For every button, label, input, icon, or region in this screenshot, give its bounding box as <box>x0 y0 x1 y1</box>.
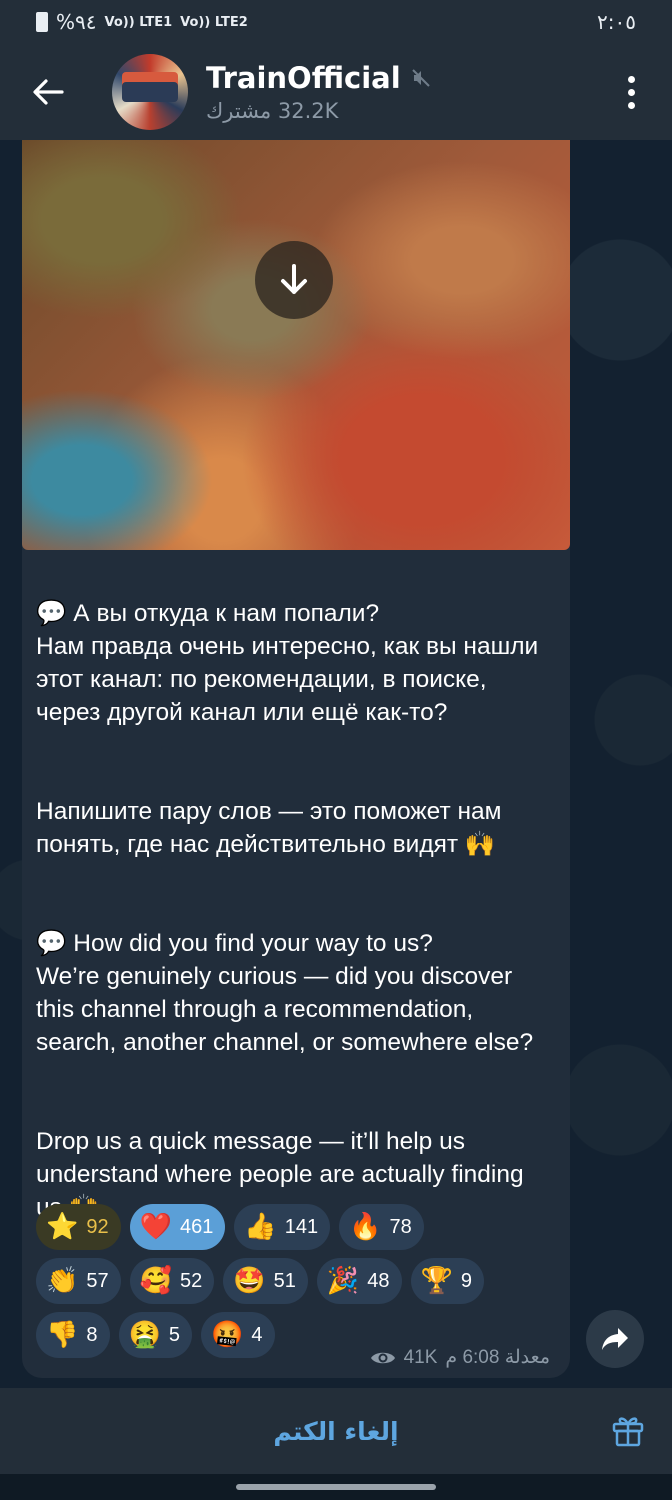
heart-icon: ❤️ <box>139 1212 172 1242</box>
home-indicator[interactable] <box>236 1484 436 1490</box>
eye-icon <box>370 1352 395 1363</box>
reaction-count: 5 <box>168 1323 180 1346</box>
reactions-area: ⭐ 92 ❤️ 461 👍 141 🔥 78 👏 57 🥰 52 🤩 51 🎉 … <box>36 1204 556 1366</box>
message-text: 💬 А вы откуда к нам попали? Нам правда о… <box>36 564 556 1290</box>
reaction-count: 461 <box>180 1215 214 1238</box>
vomiting-face-icon: 🤮 <box>128 1320 161 1350</box>
share-button[interactable] <box>586 1310 644 1368</box>
signal-icon-2: Vo)) LTE2 <box>180 14 248 30</box>
channel-name: TrainOfficial <box>206 61 401 95</box>
battery-level: %٩٤ <box>56 10 97 34</box>
thumbs-down-icon: 👎 <box>46 1320 79 1350</box>
message-paragraph-ru-2: Напишите пару слов — это поможет нам пон… <box>36 798 502 858</box>
chat-header: TrainOfficial 32.2K مشترك <box>0 44 672 140</box>
reaction-count: 8 <box>86 1323 98 1346</box>
back-button[interactable] <box>18 62 78 122</box>
reaction-count: 9 <box>460 1269 472 1292</box>
reaction-count: 51 <box>273 1269 296 1292</box>
reaction-count: 141 <box>284 1215 319 1238</box>
reaction-star[interactable]: ⭐ 92 <box>36 1204 121 1250</box>
gift-icon <box>612 1417 644 1447</box>
signal-icon-1: Vo)) LTE1 <box>104 14 173 30</box>
system-nav-bar <box>0 1474 672 1500</box>
reactions-row-1: ⭐ 92 ❤️ 461 👍 141 🔥 78 <box>36 1204 556 1250</box>
reactions-row-2: 👏 57 🥰 52 🤩 51 🎉 48 🏆 9 <box>36 1258 556 1304</box>
reaction-smiling-hearts[interactable]: 🥰 52 <box>129 1258 215 1304</box>
reaction-count: 92 <box>86 1215 109 1238</box>
reaction-vomit[interactable]: 🤮 5 <box>118 1312 192 1358</box>
unmute-button[interactable]: إلغاء الكتم <box>273 1417 398 1446</box>
star-icon: ⭐ <box>46 1212 79 1242</box>
reaction-star-struck[interactable]: 🤩 51 <box>223 1258 308 1304</box>
download-button[interactable] <box>255 241 333 319</box>
subscriber-count: 32.2K مشترك <box>206 99 339 123</box>
reaction-clap[interactable]: 👏 57 <box>36 1258 121 1304</box>
view-count: 41K <box>403 1346 438 1368</box>
cursing-face-icon: 🤬 <box>211 1320 244 1350</box>
party-popper-icon: 🎉 <box>326 1266 360 1296</box>
reaction-count: 57 <box>86 1269 109 1292</box>
reaction-count: 4 <box>251 1323 263 1346</box>
reaction-trophy[interactable]: 🏆 9 <box>410 1258 484 1304</box>
reaction-thumbs-down[interactable]: 👎 8 <box>36 1312 110 1358</box>
smiling-hearts-icon: 🥰 <box>139 1266 172 1296</box>
bottom-bar: إلغاء الكتم <box>0 1388 672 1474</box>
share-arrow-icon <box>602 1328 628 1350</box>
more-vert-icon[interactable] <box>616 70 646 114</box>
reaction-cursing[interactable]: 🤬 4 <box>201 1312 275 1358</box>
back-arrow-icon <box>33 79 64 105</box>
star-struck-icon: 🤩 <box>233 1266 266 1296</box>
blurred-media-preview[interactable] <box>22 140 570 550</box>
muted-speaker-icon <box>411 69 430 87</box>
message-paragraph-ru-1: 💬 А вы откуда к нам попали? Нам правда о… <box>36 600 539 726</box>
clap-icon: 👏 <box>46 1266 79 1296</box>
reaction-count: 78 <box>389 1215 412 1238</box>
status-left: %٩٤ Vo)) LTE1 Vo)) LTE2 <box>36 10 248 34</box>
battery-icon <box>36 12 48 32</box>
reaction-count: 52 <box>180 1269 203 1292</box>
reaction-count: 48 <box>367 1269 390 1292</box>
reaction-heart[interactable]: ❤️ 461 <box>129 1204 226 1250</box>
message-paragraph-en-1: 💬 How did you find your way to us? We’re… <box>36 930 534 1056</box>
message-meta: 41K معدلة 6:08 م <box>370 1346 550 1369</box>
channel-title-block[interactable]: TrainOfficial 32.2K مشترك <box>206 61 431 123</box>
channel-avatar[interactable] <box>112 54 188 130</box>
message-time: معدلة 6:08 م <box>445 1347 550 1368</box>
message-bubble[interactable]: 💬 А вы откуда к нам попали? Нам правда о… <box>22 140 570 1378</box>
trophy-icon: 🏆 <box>420 1266 453 1296</box>
fire-icon: 🔥 <box>349 1212 382 1242</box>
status-bar: %٩٤ Vo)) LTE1 Vo)) LTE2 ٢:٠٥ <box>0 0 672 44</box>
reaction-party[interactable]: 🎉 48 <box>316 1258 402 1304</box>
download-arrow-icon <box>281 264 307 294</box>
thumbs-up-icon: 👍 <box>244 1212 277 1242</box>
clock: ٢:٠٥ <box>597 10 636 34</box>
gift-button[interactable] <box>606 1408 650 1452</box>
reaction-fire[interactable]: 🔥 78 <box>339 1204 424 1250</box>
reaction-thumbs-up[interactable]: 👍 141 <box>234 1204 331 1250</box>
